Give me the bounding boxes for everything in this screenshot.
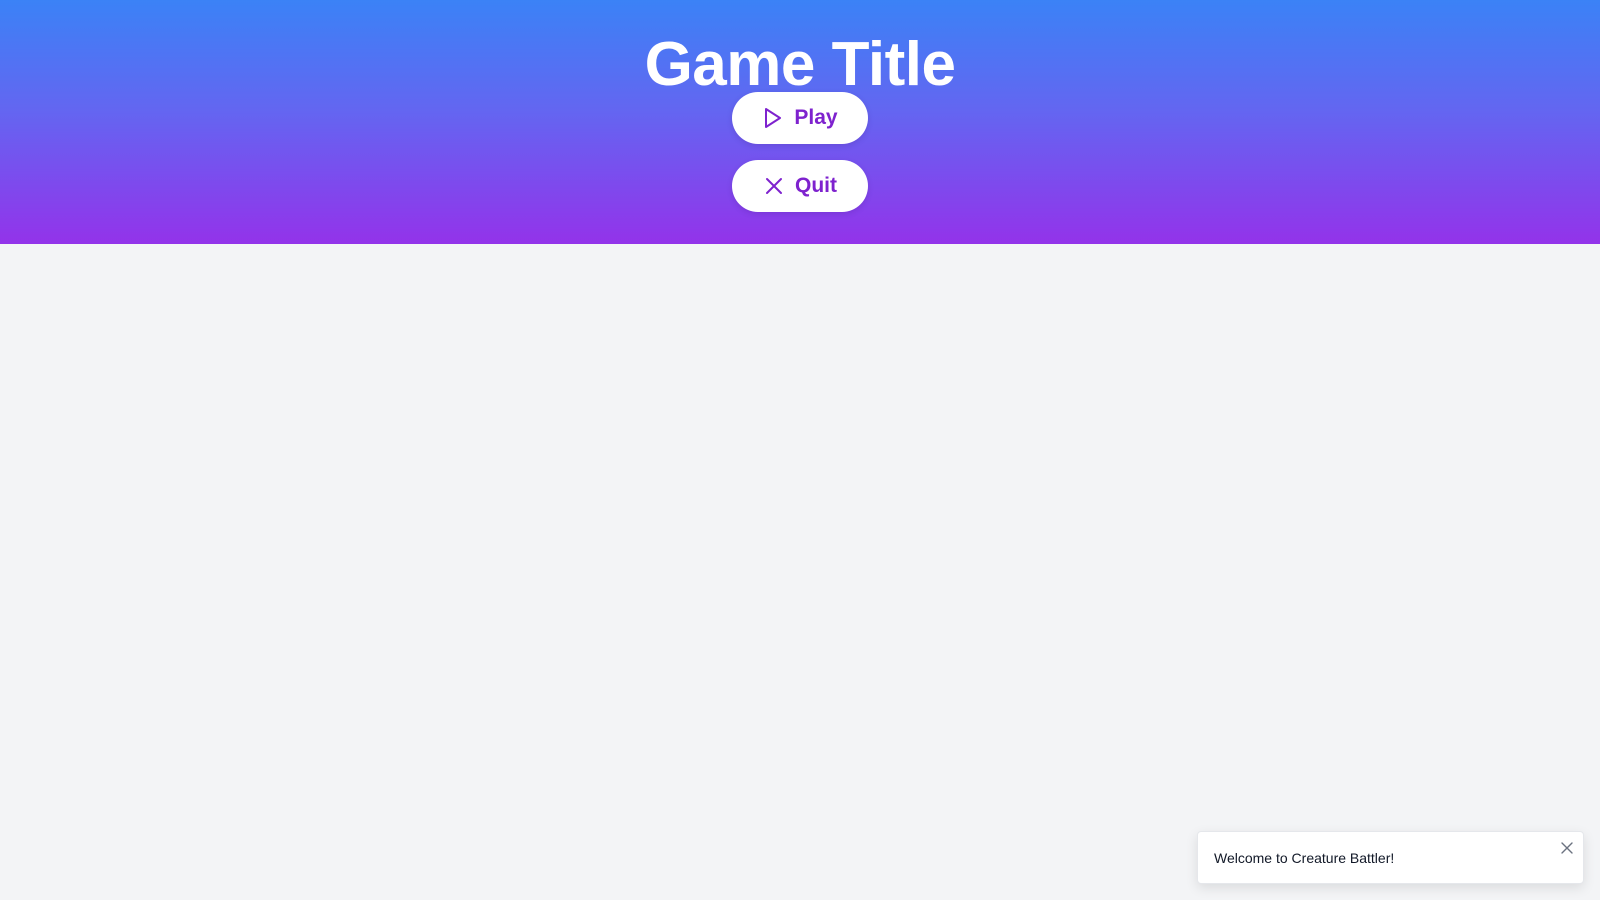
quit-button-label: Quit [795, 174, 837, 197]
play-icon [762, 107, 784, 129]
title-banner: Game Title Play Quit [0, 0, 1600, 244]
close-icon [763, 175, 785, 197]
toast-message: Welcome to Creature Battler! [1214, 850, 1395, 866]
quit-button[interactable]: Quit [732, 160, 868, 212]
toast-close-icon[interactable] [1559, 840, 1575, 856]
play-button[interactable]: Play [732, 92, 868, 144]
play-button-label: Play [794, 106, 838, 129]
welcome-toast: Welcome to Creature Battler! [1197, 831, 1584, 884]
game-title: Game Title [644, 30, 956, 99]
